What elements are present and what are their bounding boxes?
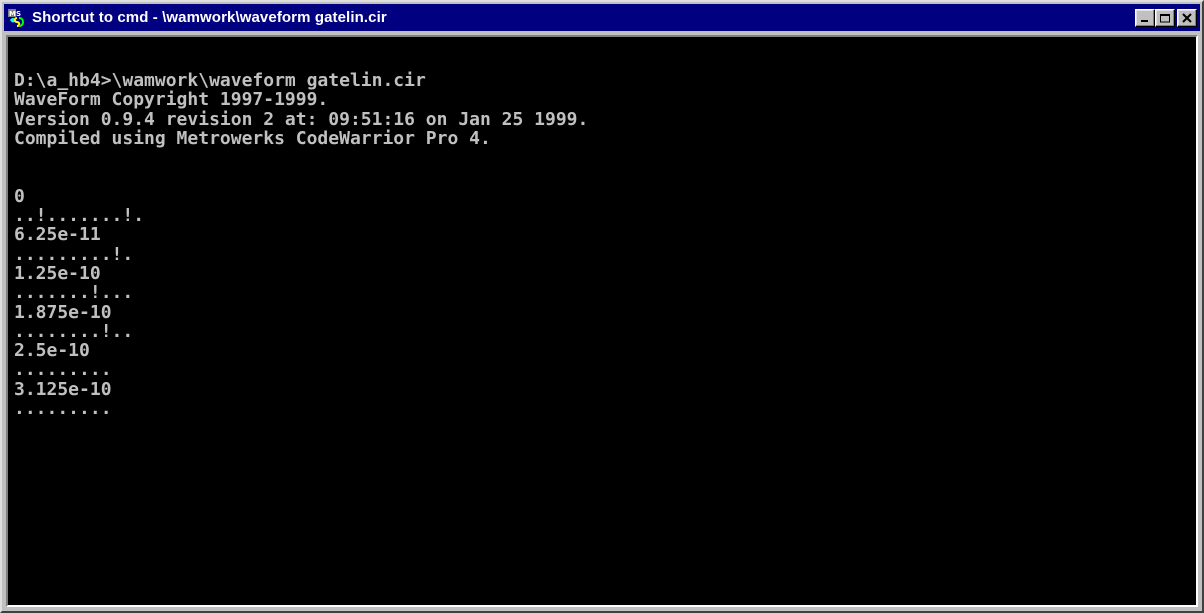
console-line: .........!. (14, 243, 134, 265)
console-line: 2.5e-10 (14, 340, 90, 362)
ms-dos-icon: MS (7, 7, 27, 28)
console-line: .......!... (14, 282, 134, 304)
svg-text:MS: MS (9, 10, 21, 18)
close-icon (1182, 12, 1192, 23)
title-bar[interactable]: MS Shortcut to cmd - \wamwork\waveform g… (4, 4, 1200, 31)
console-line: ......... (14, 359, 112, 381)
console-line: D:\a_hb4>\wamwork\waveform gatelin.cir (14, 70, 426, 91)
maximize-icon (1160, 13, 1170, 22)
console-line: ......... (14, 398, 112, 420)
console-line: ........!.. (14, 320, 134, 342)
console-window: MS Shortcut to cmd - \wamwork\waveform g… (0, 0, 1204, 613)
maximize-button[interactable] (1155, 8, 1175, 27)
console-line: ..!.......!. (14, 205, 145, 227)
console-line: 1.875e-10 (14, 301, 112, 323)
console-output: D:\a_hb4>\wamwork\waveform gatelin.cir W… (8, 37, 1196, 418)
console-line: Compiled using Metrowerks CodeWarrior Pr… (14, 127, 491, 149)
minimize-icon (1141, 19, 1148, 22)
window-title: Shortcut to cmd - \wamwork\waveform gate… (32, 9, 387, 26)
minimize-button[interactable] (1135, 8, 1155, 27)
close-button[interactable] (1177, 8, 1197, 27)
console-output-area[interactable]: D:\a_hb4>\wamwork\waveform gatelin.cir W… (6, 35, 1198, 607)
console-line: 6.25e-11 (14, 224, 101, 246)
console-line: 1.25e-10 (14, 262, 101, 284)
title-buttons (1135, 8, 1197, 27)
console-line: WaveForm Copyright 1997-1999. (14, 89, 329, 111)
console-line: Version 0.9.4 revision 2 at: 09:51:16 on… (14, 108, 589, 130)
console-line: 0 (14, 185, 25, 207)
console-line: 3.125e-10 (14, 378, 112, 400)
